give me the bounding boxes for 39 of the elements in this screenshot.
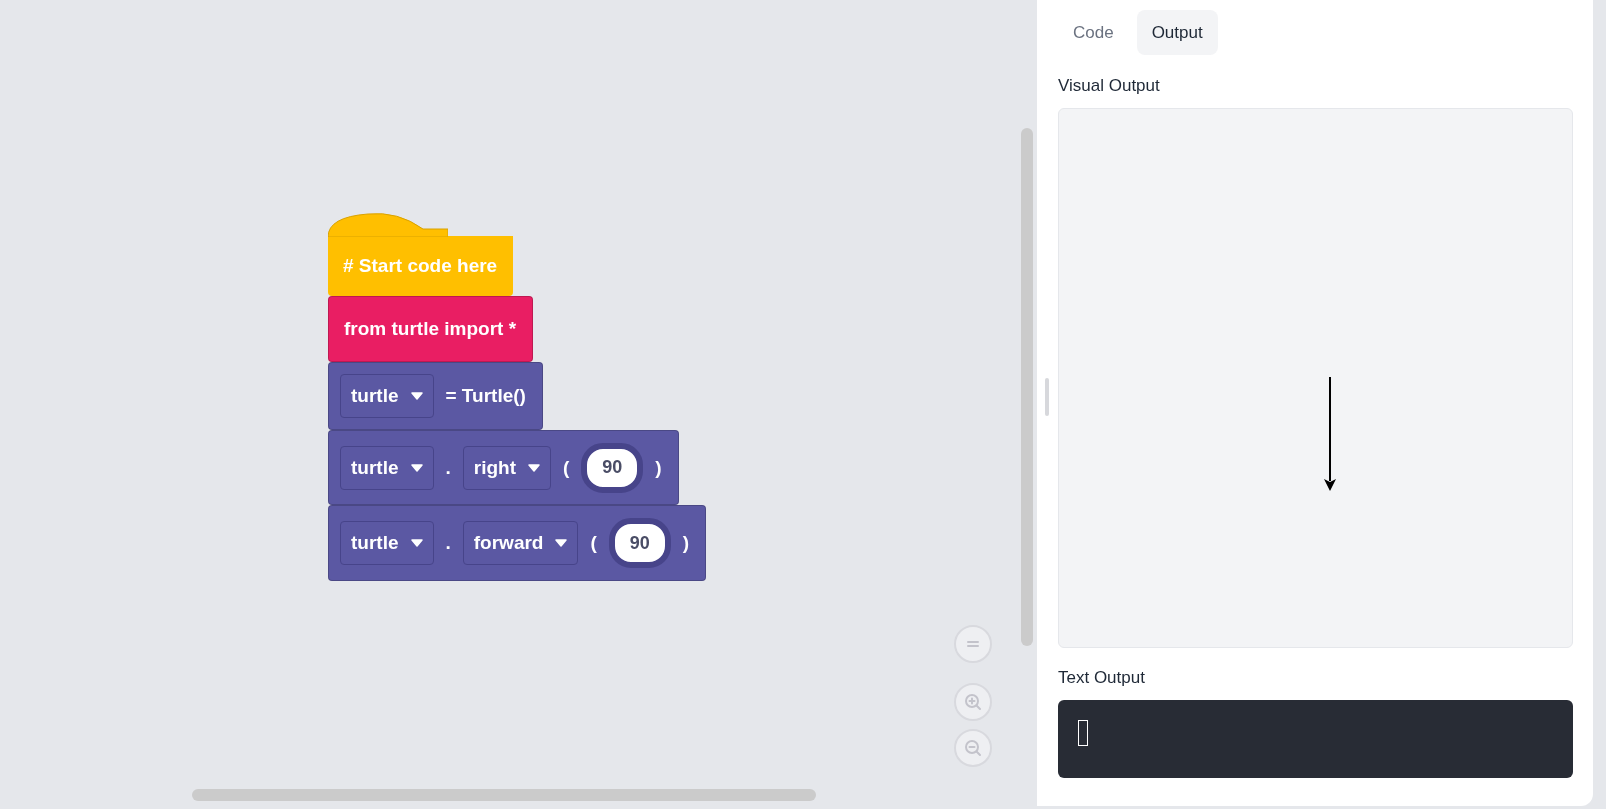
block-dropdown[interactable]: turtle (340, 445, 434, 490)
block-label: . (444, 456, 452, 479)
caret-icon (555, 539, 568, 547)
code-block[interactable]: from turtle import * (328, 296, 534, 362)
block-dropdown[interactable]: forward (462, 521, 579, 565)
equals-icon (966, 639, 980, 649)
zoom-in-button[interactable] (954, 683, 992, 721)
block-dropdown[interactable]: turtle (340, 374, 434, 418)
block-label: ( (562, 456, 571, 479)
block-label: from turtle import * (343, 318, 518, 340)
caret-icon (410, 463, 423, 472)
block-label: ) (681, 532, 691, 554)
caret-icon (410, 539, 423, 547)
section-label: Visual Output (1058, 76, 1161, 96)
reset-zoom-button[interactable] (954, 625, 992, 663)
block-label: ( (589, 532, 598, 554)
block-dropdown[interactable]: right (462, 445, 551, 490)
zoom-out-icon (963, 738, 983, 758)
section-label: Text Output (1058, 668, 1146, 688)
block-dropdown[interactable]: turtle (340, 521, 434, 565)
text-cursor (1078, 720, 1088, 746)
block-label: . (444, 532, 452, 554)
caret-icon (410, 392, 423, 400)
resize-handle[interactable] (1045, 378, 1049, 416)
zoom-in-icon (963, 692, 983, 712)
zoom-out-button[interactable] (954, 729, 992, 767)
caret-icon (528, 463, 540, 472)
block-label: # Start code here (342, 255, 499, 277)
horizontal-scrollbar[interactable] (192, 789, 816, 801)
tab[interactable]: Output (1136, 10, 1218, 55)
code-block[interactable]: turtle . right ( 90 ) (328, 430, 679, 505)
code-block[interactable]: turtle . forward ( 90 ) (328, 505, 707, 581)
code-block[interactable]: turtle = Turtle() (328, 362, 543, 430)
vertical-scrollbar[interactable] (1021, 128, 1033, 646)
tab[interactable]: Code (1058, 10, 1129, 55)
number-input[interactable]: 90 (581, 442, 644, 493)
block-label: = Turtle() (444, 385, 527, 407)
number-input[interactable]: 90 (608, 518, 671, 568)
block-label: ) (654, 456, 663, 479)
